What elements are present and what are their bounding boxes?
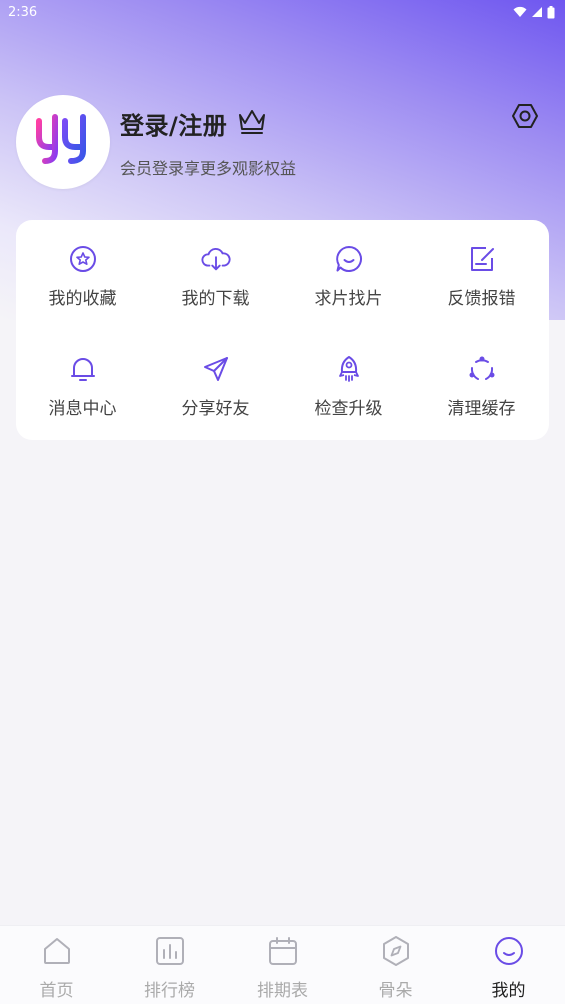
crown-icon: [237, 107, 267, 139]
menu-item-messages[interactable]: 消息中心: [16, 354, 149, 444]
profile-section[interactable]: 登录/注册 会员登录享更多观影权益: [16, 95, 296, 189]
avatar[interactable]: [16, 95, 110, 189]
tab-label: 排行榜: [144, 981, 195, 1001]
paper-plane-icon: [201, 354, 231, 384]
star-icon: [68, 244, 98, 274]
menu-item-downloads[interactable]: 我的下载: [149, 244, 282, 334]
menu-item-label: 检查升级: [314, 399, 383, 419]
status-bar: 2:36: [0, 0, 565, 24]
settings-button[interactable]: [510, 103, 540, 133]
menu-item-label: 我的下载: [181, 289, 250, 309]
menu-item-label: 清理缓存: [447, 399, 516, 419]
smile-icon: [493, 935, 525, 967]
menu-item-label: 消息中心: [48, 399, 117, 419]
signal-icon: [531, 6, 543, 18]
login-row[interactable]: 登录/注册: [120, 106, 296, 141]
menu-item-label: 我的收藏: [48, 289, 117, 309]
home-icon: [41, 935, 73, 967]
battery-icon: [547, 5, 555, 19]
chat-bubble-icon: [334, 244, 364, 274]
tab-label: 我的: [491, 981, 526, 1001]
tab-label: 排期表: [257, 981, 308, 1001]
tab-schedule[interactable]: 排期表: [226, 926, 339, 1004]
tab-label: 骨朵: [378, 981, 413, 1001]
menu-item-label: 分享好友: [181, 399, 250, 419]
app-logo-icon: [33, 111, 93, 173]
refresh-cycle-icon: [467, 354, 497, 384]
status-time: 2:36: [8, 4, 38, 20]
calendar-icon: [267, 935, 299, 967]
edit-note-icon: [467, 244, 497, 274]
rocket-icon: [334, 354, 364, 384]
compass-icon: [380, 935, 412, 967]
menu-item-share[interactable]: 分享好友: [149, 354, 282, 444]
menu-item-update[interactable]: 检查升级: [282, 354, 415, 444]
login-register-link[interactable]: 登录/注册: [120, 106, 227, 141]
menu-item-label: 反馈报错: [447, 289, 516, 309]
menu-item-label: 求片找片: [314, 289, 383, 309]
tab-home[interactable]: 首页: [0, 926, 113, 1004]
tab-ranking[interactable]: 排行榜: [113, 926, 226, 1004]
wifi-icon: [513, 6, 527, 18]
ranking-chart-icon: [154, 935, 186, 967]
settings-icon: [511, 102, 539, 134]
bell-icon: [68, 354, 98, 384]
menu-item-clear-cache[interactable]: 清理缓存: [415, 354, 548, 444]
menu-item-request[interactable]: 求片找片: [282, 244, 415, 334]
menu-item-feedback[interactable]: 反馈报错: [415, 244, 548, 334]
tab-discover[interactable]: 骨朵: [339, 926, 452, 1004]
bottom-tab-bar: 首页 排行榜 排期表 骨朵 我的: [0, 925, 565, 1004]
login-subtitle: 会员登录享更多观影权益: [120, 158, 297, 178]
cloud-download-icon: [200, 244, 231, 274]
tab-mine[interactable]: 我的: [452, 926, 565, 1004]
tab-label: 首页: [39, 981, 74, 1001]
menu-item-favorites[interactable]: 我的收藏: [16, 244, 149, 334]
function-menu-card: 我的收藏 我的下载 求片找片 反馈报错 消息中心 分享好友 检查升级 清理缓存: [16, 220, 549, 440]
profile-text: 登录/注册 会员登录享更多观影权益: [120, 106, 296, 179]
status-icons: [513, 5, 555, 19]
